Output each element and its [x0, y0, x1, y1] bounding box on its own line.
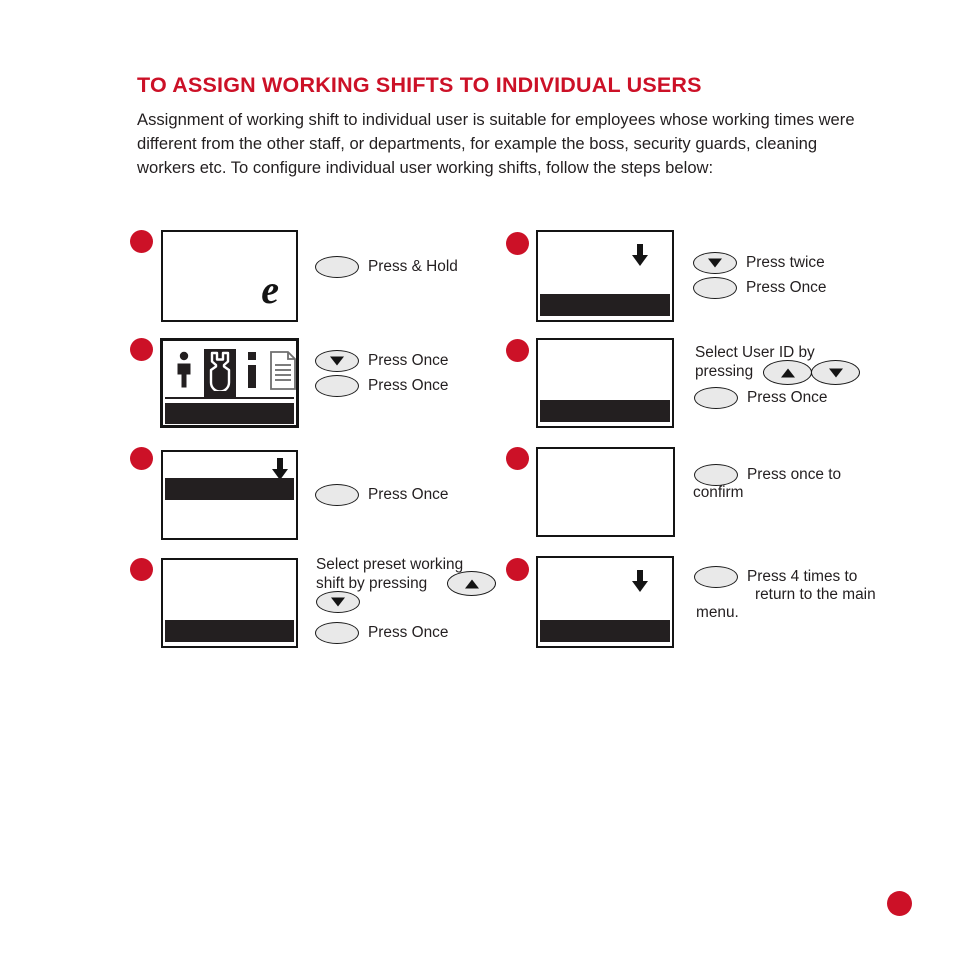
step-bullet — [506, 232, 529, 255]
action-enter-press-once[interactable]: Press Once — [693, 277, 826, 299]
step-bullet — [506, 447, 529, 470]
down-button-oval[interactable] — [316, 591, 360, 613]
instruction-line-3: menu. — [696, 604, 739, 621]
action-press-and-hold[interactable]: Press & Hold — [315, 256, 458, 278]
action-enter-press-once[interactable]: Press Once — [315, 622, 448, 644]
instruction-line-2: return to the main — [755, 586, 876, 603]
chevron-down-icon — [828, 368, 843, 377]
step-bullet — [506, 339, 529, 362]
device-screen-8 — [536, 556, 674, 648]
device-screen-2 — [160, 338, 299, 428]
action-label: Press Once — [368, 624, 449, 641]
arrow-down-icon — [632, 570, 648, 592]
manual-page: TO ASSIGN WORKING SHIFTS TO INDIVIDUAL U… — [0, 0, 954, 954]
instruction-line-2: pressing — [695, 363, 754, 380]
step-bullet — [506, 558, 529, 581]
up-button-oval[interactable] — [447, 571, 496, 596]
down-button-oval[interactable] — [315, 350, 359, 372]
action-enter-press-once[interactable]: Press Once — [315, 484, 448, 506]
action-enter-press-once[interactable]: Press Once — [315, 375, 448, 397]
device-screen-5 — [536, 230, 674, 322]
action-down-button[interactable] — [316, 591, 360, 613]
action-label: Press Once — [368, 486, 449, 503]
down-button-oval[interactable] — [693, 252, 737, 274]
screen-highlight-bar — [540, 400, 670, 422]
up-button-oval[interactable] — [763, 360, 812, 385]
device-screen-6 — [536, 338, 674, 428]
device-screen-7 — [536, 447, 675, 537]
action-down-press-once[interactable]: Press Once — [315, 350, 448, 372]
action-label: Press 4 times to — [747, 568, 858, 585]
screen-highlight-bar — [165, 403, 294, 424]
esc-button-oval[interactable] — [694, 566, 738, 588]
step-bullet — [130, 558, 153, 581]
enter-button-oval[interactable] — [315, 375, 359, 397]
info-icon — [245, 351, 259, 396]
steps-container: e Press & Hold Press Once Press Once Pre… — [0, 0, 954, 954]
enter-button-oval[interactable] — [693, 277, 737, 299]
step-bullet — [130, 447, 153, 470]
action-label: Press Once — [747, 389, 828, 406]
action-label: Press once to — [747, 466, 842, 483]
wrench-icon — [204, 349, 236, 398]
action-label: Press Once — [368, 377, 449, 394]
page-corner-marker — [887, 891, 912, 916]
enter-button-oval[interactable] — [315, 256, 359, 278]
action-label: Press twice — [746, 254, 825, 271]
action-up-button[interactable] — [447, 571, 496, 596]
down-button-oval[interactable] — [811, 360, 860, 385]
chevron-up-icon — [464, 579, 479, 588]
enter-button-oval[interactable] — [315, 622, 359, 644]
screen-divider — [165, 397, 294, 399]
screen-highlight-bar — [540, 294, 670, 316]
instruction-line-2: confirm — [693, 484, 744, 501]
action-enter-press-once[interactable]: Press Once — [694, 387, 827, 409]
device-screen-3 — [161, 450, 298, 540]
screen-highlight-bar — [165, 478, 294, 500]
action-down-press-twice[interactable]: Press twice — [693, 252, 825, 274]
screen-highlight-bar — [165, 620, 294, 642]
action-down-button[interactable] — [811, 360, 860, 385]
enter-button-oval[interactable] — [694, 387, 738, 409]
instruction-line-1: Select preset working — [316, 556, 464, 573]
enter-button-oval[interactable] — [315, 484, 359, 506]
menu-icon-row — [173, 349, 296, 398]
action-up-button[interactable] — [763, 360, 812, 385]
step-bullet — [130, 230, 153, 253]
device-screen-4 — [161, 558, 298, 648]
screen-highlight-bar — [540, 620, 670, 642]
chevron-up-icon — [780, 368, 795, 377]
step-bullet — [130, 338, 153, 361]
arrow-down-icon — [272, 458, 288, 480]
user-icon — [173, 351, 195, 396]
document-icon — [268, 351, 296, 396]
arrow-down-icon — [632, 244, 648, 266]
device-screen-1: e — [161, 230, 298, 322]
e-logo-icon: e — [261, 267, 279, 312]
action-label: Press Once — [746, 279, 827, 296]
action-label: Press Once — [368, 352, 449, 369]
chevron-down-icon — [708, 258, 722, 268]
chevron-down-icon — [331, 597, 345, 607]
chevron-down-icon — [330, 356, 344, 366]
action-label: Press & Hold — [368, 258, 458, 275]
